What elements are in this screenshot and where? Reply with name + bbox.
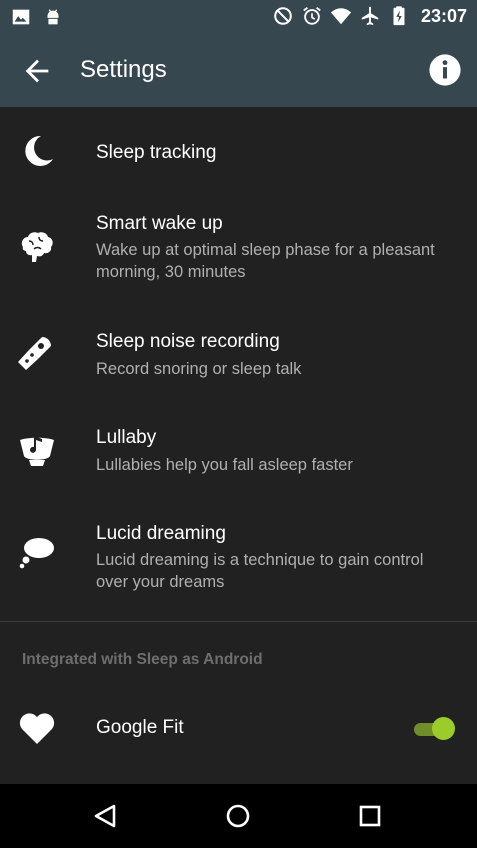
wifi-icon — [330, 8, 352, 25]
status-bar: 23:07 — [0, 0, 477, 34]
settings-item-sleep-noise-recording[interactable]: Sleep noise recording Record snoring or … — [0, 311, 477, 407]
android-notification-icon — [47, 9, 59, 25]
settings-item-title: Lullaby — [96, 427, 157, 448]
lullaby-icon — [20, 436, 54, 466]
section-divider — [0, 621, 477, 622]
settings-item-smart-wake-up[interactable]: Smart wake up Wake up at optimal sleep p… — [0, 199, 477, 311]
battery-charging-icon — [393, 6, 405, 26]
alarm-icon — [303, 7, 321, 25]
recents-square-icon[interactable] — [354, 800, 386, 832]
settings-item-subtitle: Lullabies help you fall asleep faster — [96, 456, 353, 474]
settings-item-subtitle: Wake up at optimal sleep phase for a ple… — [96, 241, 435, 281]
settings-item-title: Sleep tracking — [96, 142, 217, 163]
settings-item-title: Lucid dreaming — [96, 523, 226, 544]
page-title: Settings — [80, 56, 167, 83]
toggle-thumb — [432, 717, 455, 740]
settings-item-google-fit[interactable]: Google Fit — [0, 687, 477, 769]
moon-icon — [25, 135, 53, 166]
settings-item-title: Google Fit — [96, 717, 184, 738]
navigation-bar — [0, 784, 477, 848]
info-icon[interactable] — [428, 53, 462, 87]
gallery-notification-icon — [12, 9, 30, 25]
heart-icon — [19, 713, 55, 744]
settings-item-sleep-tracking[interactable]: Sleep tracking — [0, 107, 477, 199]
settings-item-title: Smart wake up — [96, 213, 223, 234]
settings-item-lucid-dreaming[interactable]: Lucid dreaming Lucid dreaming is a techn… — [0, 503, 477, 619]
do-not-disturb-icon — [274, 7, 292, 25]
app-bar: Settings — [0, 34, 477, 107]
settings-item-lullaby[interactable]: Lullaby Lullabies help you fall asleep f… — [0, 407, 477, 503]
settings-item-title: Sleep noise recording — [96, 331, 280, 352]
speech-bubble-icon — [19, 538, 54, 569]
google-fit-toggle[interactable] — [412, 715, 456, 741]
home-circle-icon[interactable] — [222, 800, 254, 832]
status-time: 23:07 — [420, 5, 467, 26]
settings-list: Sleep tracking Smart wake up Wake up at … — [0, 107, 477, 784]
section-header: Integrated with Sleep as Android — [22, 651, 263, 668]
brain-icon — [21, 232, 53, 262]
settings-item-subtitle: Record snoring or sleep talk — [96, 360, 302, 378]
settings-item-subtitle: Lucid dreaming is a technique to gain co… — [96, 551, 424, 591]
arrow-back-icon[interactable] — [20, 54, 54, 88]
microphone-icon — [18, 337, 51, 370]
back-triangle-icon[interactable] — [90, 800, 122, 832]
airplane-icon — [361, 6, 379, 26]
